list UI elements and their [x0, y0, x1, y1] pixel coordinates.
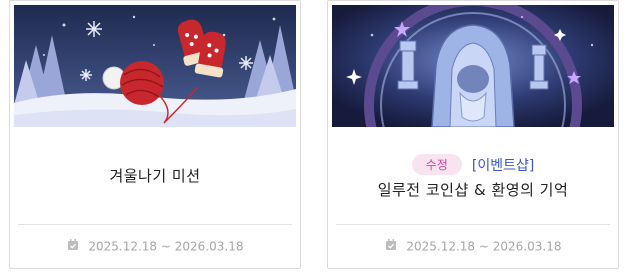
- calendar-check-icon: [385, 239, 397, 254]
- card-title[interactable]: 일루전 코인샵 & 환영의 기억: [328, 179, 618, 200]
- card-title[interactable]: 겨울나기 미션: [10, 165, 300, 186]
- date-range: 2025.12.18 ~ 2026.03.18: [406, 239, 562, 254]
- date-row: 2025.12.18 ~ 2026.03.18: [10, 239, 300, 254]
- status-badge: 수정: [411, 154, 462, 175]
- date-range: 2025.12.18 ~ 2026.03.18: [88, 239, 244, 254]
- calendar-check-icon: [67, 239, 79, 254]
- category-label[interactable]: [이벤트샵]: [472, 158, 534, 174]
- card-divider: [18, 224, 292, 225]
- card-title-area: 겨울나기 미션: [10, 127, 300, 224]
- event-banner-image[interactable]: [332, 5, 614, 127]
- card-title-area: 수정 [이벤트샵] 일루전 코인샵 & 환영의 기억: [328, 127, 618, 224]
- tag-row: 수정 [이벤트샵]: [328, 154, 618, 175]
- event-banner-image[interactable]: [14, 5, 296, 127]
- date-row: 2025.12.18 ~ 2026.03.18: [328, 239, 618, 254]
- card-divider: [336, 224, 610, 225]
- event-card-winter-mission[interactable]: 겨울나기 미션 2025.12.18 ~ 2026.03.18: [9, 0, 301, 269]
- event-card-illusion-coin-shop[interactable]: 수정 [이벤트샵] 일루전 코인샵 & 환영의 기억 2025.12.18 ~ …: [327, 0, 619, 269]
